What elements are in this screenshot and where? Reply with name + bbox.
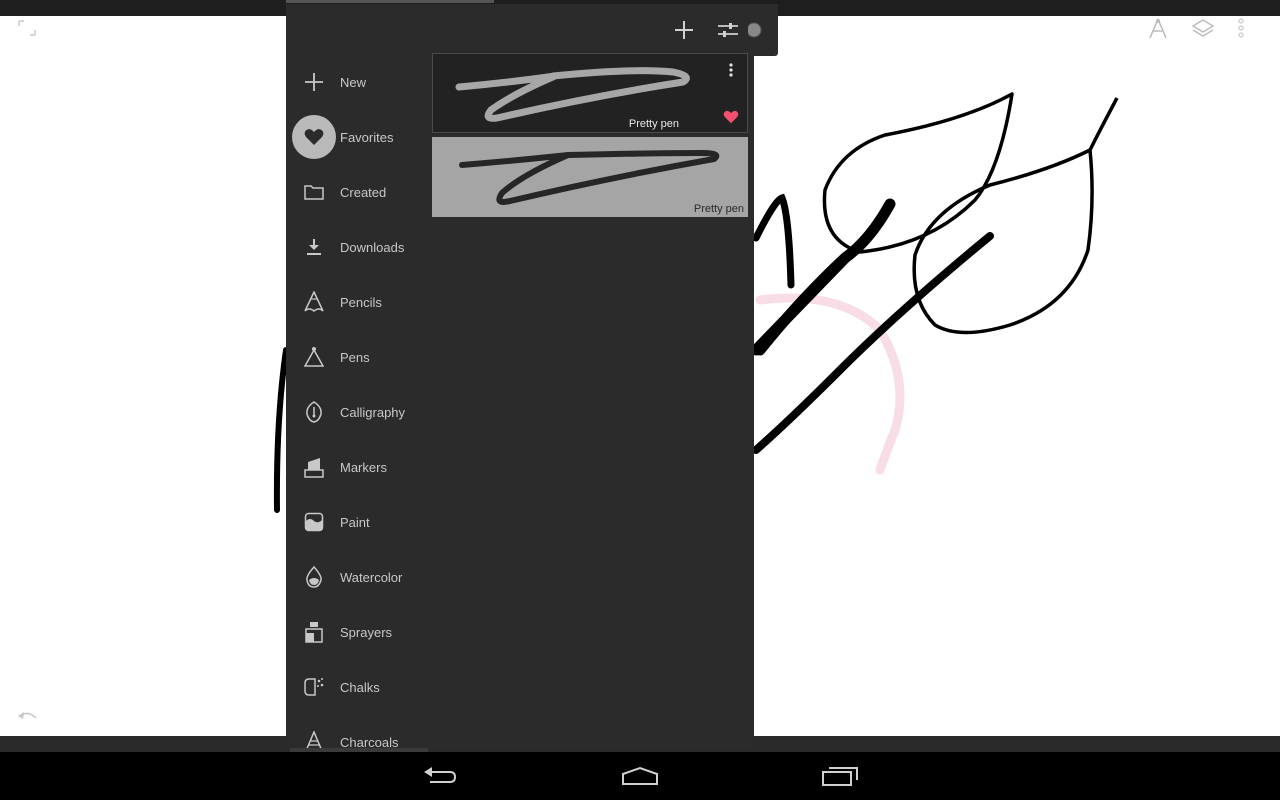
- category-watercolor[interactable]: Watercolor: [286, 550, 426, 605]
- category-sprayers[interactable]: Sprayers: [286, 605, 426, 660]
- paint-icon: [292, 500, 336, 544]
- category-label: Created: [340, 185, 387, 200]
- status-progress: [286, 0, 494, 3]
- charcoal-icon: [292, 720, 336, 749]
- category-markers[interactable]: Markers: [286, 440, 426, 495]
- category-new[interactable]: New: [286, 55, 426, 110]
- category-label: Pens: [340, 350, 370, 365]
- fullscreen-icon[interactable]: [18, 20, 44, 42]
- chalk-icon: [292, 665, 336, 709]
- category-label: New: [340, 75, 367, 90]
- category-label: Charcoals: [340, 735, 399, 749]
- brush-name: Pretty pen: [628, 118, 679, 130]
- home-icon[interactable]: [610, 758, 670, 794]
- brush-list: Pretty pen Pretty pen: [432, 53, 748, 221]
- recents-icon[interactable]: [810, 758, 870, 794]
- brush-tool-icon[interactable]: [1148, 18, 1176, 46]
- app-screen: New Favorites Created Downloads Pencils …: [0, 0, 1280, 800]
- undo-icon[interactable]: [16, 710, 44, 732]
- spray-can-icon: [292, 610, 336, 654]
- category-label: Calligraphy: [340, 405, 406, 420]
- category-list: New Favorites Created Downloads Pencils …: [286, 55, 426, 749]
- category-created[interactable]: Created: [286, 165, 426, 220]
- category-charcoals[interactable]: Charcoals: [286, 715, 426, 749]
- more-vertical-icon[interactable]: [723, 60, 739, 80]
- water-drop-icon: [292, 555, 336, 599]
- color-disc-icon[interactable]: [744, 14, 768, 46]
- heart-icon: [292, 115, 336, 159]
- category-chalks[interactable]: Chalks: [286, 660, 426, 715]
- category-calligraphy[interactable]: Calligraphy: [286, 385, 426, 440]
- category-label: Chalks: [340, 680, 380, 695]
- plus-icon: [292, 60, 336, 104]
- more-vertical-icon[interactable]: [1238, 18, 1262, 46]
- pen-nib-icon: [292, 335, 336, 379]
- panel-header: [286, 4, 778, 56]
- download-icon: [292, 225, 336, 269]
- sliders-icon[interactable]: [712, 14, 744, 46]
- category-downloads[interactable]: Downloads: [286, 220, 426, 275]
- category-paint[interactable]: Paint: [286, 495, 426, 550]
- category-label: Watercolor: [340, 570, 403, 585]
- system-navigation-bar: [0, 752, 1280, 800]
- brush-library-panel: New Favorites Created Downloads Pencils …: [286, 4, 778, 752]
- heart-icon[interactable]: [721, 108, 741, 126]
- back-icon[interactable]: [410, 758, 470, 794]
- category-label: Paint: [340, 515, 370, 530]
- marker-icon: [292, 445, 336, 489]
- calligraphy-nib-icon: [292, 390, 336, 434]
- brush-name: Pretty pen: [693, 203, 744, 215]
- brush-card[interactable]: Pretty pen: [432, 137, 748, 217]
- category-label: Markers: [340, 460, 387, 475]
- category-pencils[interactable]: Pencils: [286, 275, 426, 330]
- folder-icon: [292, 170, 336, 214]
- plus-icon[interactable]: [668, 14, 700, 46]
- category-label: Sprayers: [340, 625, 393, 640]
- brush-card[interactable]: Pretty pen: [432, 53, 748, 133]
- layers-icon[interactable]: [1192, 18, 1220, 46]
- category-label: Downloads: [340, 240, 405, 255]
- category-favorites[interactable]: Favorites: [286, 110, 426, 165]
- brush-stroke-preview: [455, 67, 690, 122]
- pencil-icon: [292, 280, 336, 324]
- category-label: Favorites: [340, 130, 394, 145]
- category-pens[interactable]: Pens: [286, 330, 426, 385]
- category-label: Pencils: [340, 295, 382, 310]
